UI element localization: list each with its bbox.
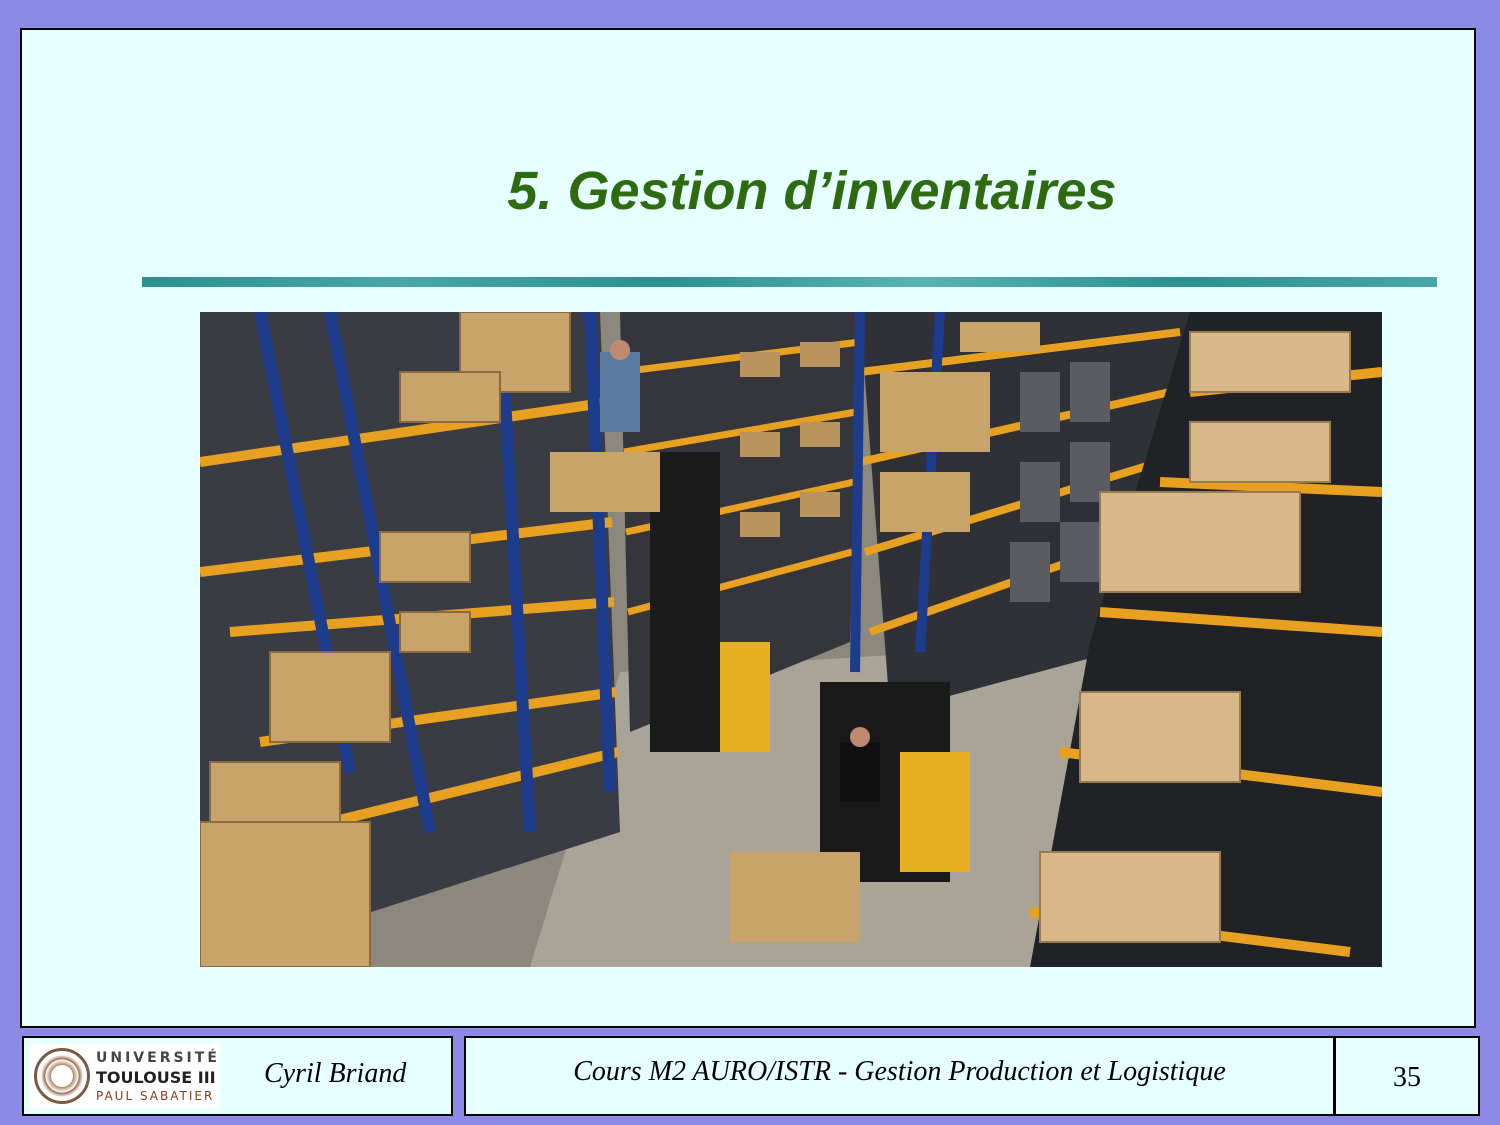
warehouse-illustration [200, 312, 1382, 967]
university-seal-icon [34, 1048, 90, 1104]
page-number: 35 [1393, 1062, 1421, 1093]
footer-course: Cours M2 AURO/ISTR - Gestion Production … [573, 1056, 1226, 1087]
logo-line-2: TOULOUSE III [96, 1068, 216, 1087]
logo-line-3: PAUL SABATIER [96, 1089, 215, 1103]
logo-line-1: UNIVERSITÉ [96, 1050, 220, 1066]
footer-author: Cyril Briand [264, 1058, 407, 1089]
slide: 5. Gestion d’inventaires [20, 28, 1476, 1028]
warehouse-photo [200, 312, 1382, 967]
slide-title: 5. Gestion d’inventaires [507, 161, 1117, 221]
title-divider [142, 277, 1437, 287]
university-logo: UNIVERSITÉ TOULOUSE III PAUL SABATIER [30, 1044, 220, 1108]
footer-author-box: UNIVERSITÉ TOULOUSE III PAUL SABATIER Cy… [22, 1036, 453, 1116]
footer-page-box: 35 [1334, 1036, 1480, 1116]
footer-course-box: Cours M2 AURO/ISTR - Gestion Production … [464, 1036, 1335, 1116]
